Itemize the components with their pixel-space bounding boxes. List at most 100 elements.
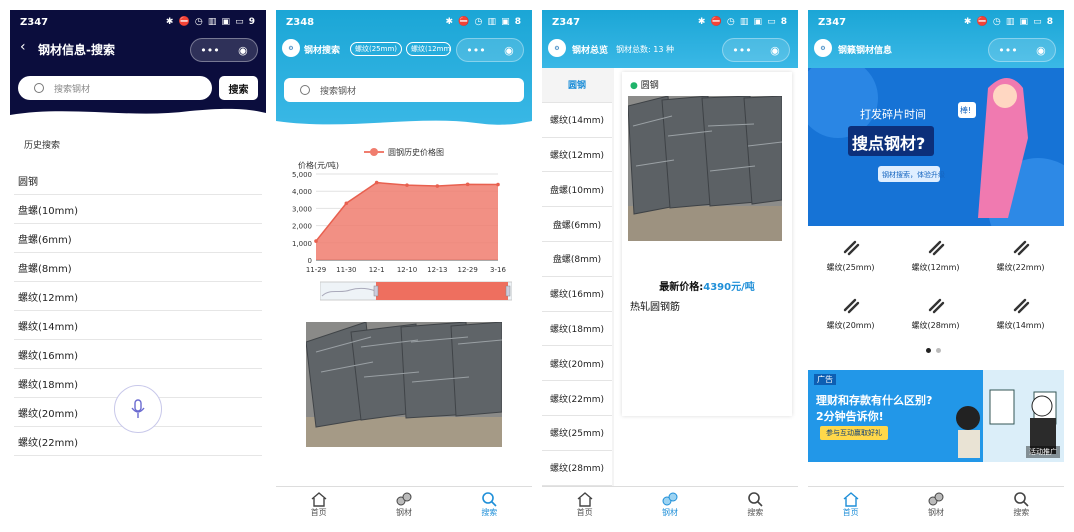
more-icon[interactable]: ••• [200,44,219,57]
category-item[interactable]: 螺纹(22mm) [542,381,612,416]
dot-inactive[interactable] [936,348,941,353]
category-item[interactable]: 盘螺(10mm) [542,172,612,208]
history-item[interactable]: 盘螺(6mm) [14,224,262,253]
page-title: 钢材总览 [572,46,609,56]
product-card[interactable]: ● 圆钢 最新价格:4390元/吨 热轧圆钢筋 [622,72,792,416]
close-circle-icon[interactable]: ◉ [1036,44,1046,57]
history-item[interactable]: 圆钢 [14,166,262,195]
x-tick-label: 3-16 [490,266,506,274]
phone-home-screen: Z347 ✱ ⛔ ◷ ▥ ▣ ▭ 8 ⚙ 钢籁钢材信息 ••• ◉ 打发碎片时间… [808,10,1064,522]
ad-banner[interactable]: 广告 理财和存款有什么区别? 2分钟告诉你! 参与互动赢取好礼 活动推广 [808,370,1064,462]
category-item[interactable]: 螺纹(28mm) [542,450,612,486]
category-tile[interactable]: 螺纹(20mm) [808,290,893,331]
steel-bar-icon [1013,240,1029,256]
keyword-pill[interactable]: 螺纹(25mm) [350,42,403,56]
voice-search-button[interactable] [114,385,162,433]
category-item[interactable]: 螺纹(25mm) [542,415,612,451]
category-tile[interactable]: 螺纹(14mm) [978,290,1063,331]
category-item[interactable]: 螺纹(18mm) [542,311,612,347]
tab-search[interactable]: 搜索 [713,487,798,522]
status-time: Z348 [286,16,315,28]
range-slider[interactable] [320,280,512,302]
keyword-pill[interactable]: 螺纹(12mm [406,42,451,56]
mini-program-capsule: ••• ◉ [722,38,790,62]
tab-label: 钢材 [661,508,678,517]
history-item[interactable]: 螺纹(16mm) [14,340,262,369]
price-label: 最新价格: [659,282,704,293]
data-point [374,180,379,185]
search-input[interactable]: 搜索钢材 [18,76,212,100]
back-arrow-icon[interactable]: ‹ [20,39,26,55]
tab-search[interactable]: 搜索 [447,487,532,522]
data-point [435,184,440,188]
tab-label: 搜索 [747,508,764,517]
history-item[interactable]: 盘螺(8mm) [14,253,262,282]
x-tick-label: 12-29 [457,266,477,274]
ad-cta-button[interactable]: 参与互动赢取好礼 [820,426,888,440]
microphone-icon [131,399,145,418]
status-bar: Z347 ✱ ⛔ ◷ ▥ ▣ ▭ 8 [542,10,798,34]
page-title: 钢籁钢材信息 [838,46,893,56]
tile-label: 螺纹(22mm) [996,263,1045,272]
more-icon[interactable]: ••• [732,44,751,57]
search-icon [300,85,310,95]
tab-home[interactable]: 首页 [276,487,361,522]
history-item[interactable]: 螺纹(14mm) [14,311,262,340]
close-circle-icon[interactable]: ◉ [238,44,248,57]
steel-icon [928,492,944,506]
dot-active[interactable] [926,348,931,353]
category-item[interactable]: 螺纹(16mm) [542,276,612,312]
category-item[interactable]: 圆钢 [542,68,612,103]
history-item[interactable]: 螺纹(12mm) [14,282,262,311]
ad-subheadline: 2分钟告诉你! [816,410,884,423]
home-icon [843,492,859,507]
home-icon [311,492,327,507]
steel-bar-icon [1013,298,1029,314]
category-item[interactable]: 螺纹(12mm) [542,137,612,173]
tab-steel[interactable]: 钢材 [361,487,446,522]
phone-catalog-screen: Z347 ✱ ⛔ ◷ ▥ ▣ ▭ 8 ⚙ 钢材总览 钢材总数: 13 种 •••… [542,10,798,522]
promo-banner[interactable]: 打发碎片时间 搜点钢材? 钢材搜索，体验升级 棒! [808,68,1064,226]
category-tile[interactable]: 螺纹(12mm) [893,232,978,273]
steel-photo [306,322,502,447]
status-icons: ✱ ⛔ ◷ ▥ ▣ ▭ 8 [697,17,788,27]
legend-label: 圆钢历史价格图 [388,147,444,157]
category-item[interactable]: 螺纹(14mm) [542,102,612,138]
tile-label: 螺纹(20mm) [826,321,875,330]
category-tile[interactable]: 螺纹(28mm) [893,290,978,331]
search-button[interactable]: 搜索 [219,76,258,100]
category-tile[interactable]: 螺纹(25mm) [808,232,893,273]
data-point [314,239,318,243]
tab-steel[interactable]: 钢材 [627,487,712,522]
close-circle-icon[interactable]: ◉ [504,44,514,57]
category-item[interactable]: 盘螺(8mm) [542,241,612,277]
tab-home[interactable]: 首页 [542,487,627,522]
more-icon[interactable]: ••• [466,44,485,57]
close-circle-icon[interactable]: ◉ [770,44,780,57]
search-placeholder: 搜索钢材 [54,84,91,95]
tab-bar: 首页 钢材 搜索 [276,486,532,522]
banner-top-text: 打发碎片时间 [860,108,926,121]
series-area [316,182,498,260]
category-tile[interactable]: 螺纹(22mm) [978,232,1063,273]
tile-label: 螺纹(25mm) [826,263,875,272]
status-time: Z347 [20,16,49,28]
history-item[interactable]: 盘螺(10mm) [14,195,262,224]
category-item[interactable]: 盘螺(6mm) [542,207,612,242]
tab-search[interactable]: 搜索 [979,487,1064,522]
tab-steel[interactable]: 钢材 [893,487,978,522]
tab-label: 钢材 [395,508,412,517]
price-value: 4390元/吨 [703,282,755,293]
category-item[interactable]: 螺纹(20mm) [542,346,612,382]
status-bar: Z347 ✱ ⛔ ◷ ▥ ▣ ▭ 9 [10,10,266,34]
catalog-header: Z347 ✱ ⛔ ◷ ▥ ▣ ▭ 8 ⚙ 钢材总览 钢材总数: 13 种 •••… [542,10,798,68]
search-icon [748,492,763,507]
search-input[interactable]: 搜索钢材 [284,78,524,102]
category-sidebar: 圆钢 螺纹(14mm) 螺纹(12mm) 盘螺(10mm) 盘螺(6mm) 盘螺(8mm)… [542,68,614,486]
more-icon[interactable]: ••• [998,44,1017,57]
steel-bar-icon [843,298,859,314]
tab-home[interactable]: 首页 [808,487,893,522]
status-icons: ✱ ⛔ ◷ ▥ ▣ ▭ 9 [165,17,256,27]
phone-search-screen: Z347 ✱ ⛔ ◷ ▥ ▣ ▭ 9 ‹ 钢材信息-搜索 ••• ◉ 搜索钢材 … [10,10,266,522]
phone-chart-screen: Z348 ✱ ⛔ ◷ ▥ ▣ 8 ⚙ 钢材搜索 螺纹(25mm) 螺纹(12mm… [276,10,532,522]
